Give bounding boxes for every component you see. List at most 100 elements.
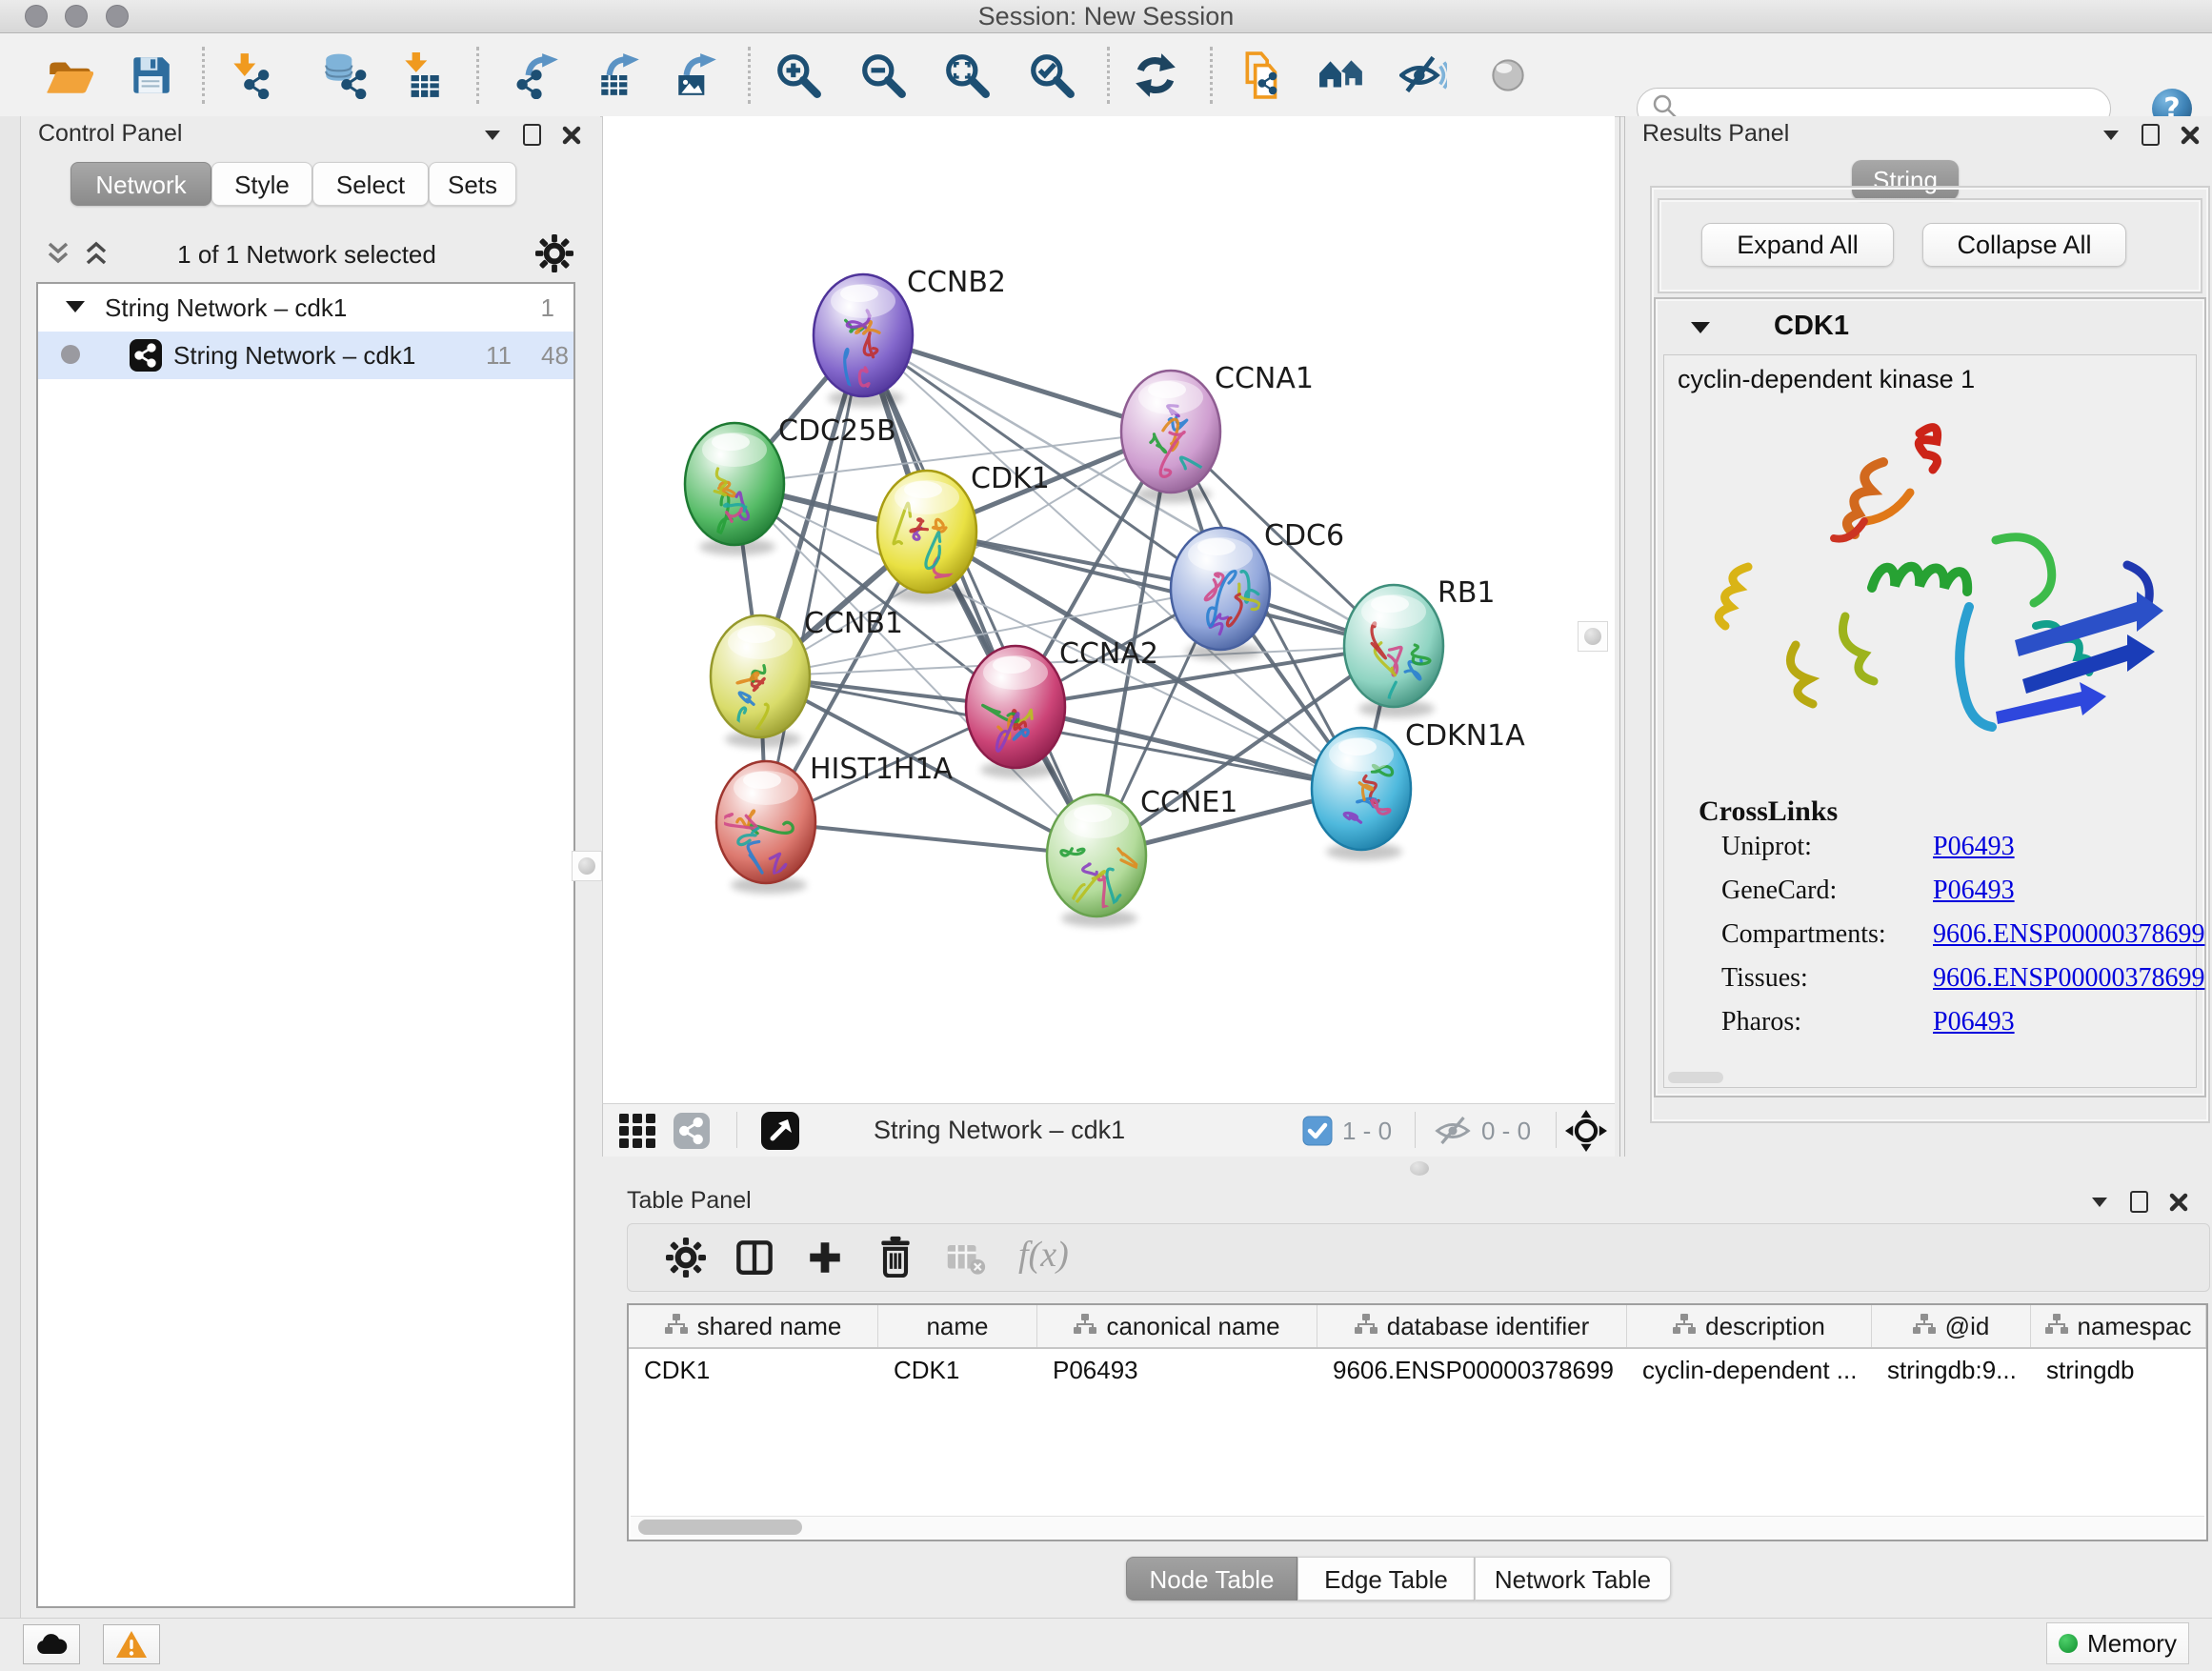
fit-selected-crosshair-icon[interactable] [1565,1110,1607,1157]
selected-nodes-checkbox[interactable] [1302,1116,1333,1151]
table-settings-gear-icon[interactable] [666,1238,706,1282]
export-image-icon[interactable] [670,49,723,102]
node-label-CDC6: CDC6 [1264,519,1344,553]
export-table-icon[interactable] [593,49,646,102]
tab-sets[interactable]: Sets [429,162,516,206]
network-row-selected[interactable]: String Network – cdk1 11 48 [38,332,573,379]
column-header-shared-name[interactable]: shared name [629,1305,878,1347]
import-table-from-file-icon[interactable] [394,49,448,102]
results-hscroll-thumb[interactable] [1668,1072,1723,1083]
float-panel-button[interactable] [2142,124,2160,146]
crosslink-value-link[interactable]: P06493 [1933,1007,2015,1037]
zoom-fit-icon[interactable] [940,49,994,102]
graphics-details-icon[interactable] [1481,49,1535,102]
save-session-icon[interactable] [124,49,177,102]
network-node-CDC25B[interactable]: CDC25B [685,414,896,555]
delete-column-trash-icon[interactable] [875,1236,915,1282]
table-cell: 9606.ENSP00000378699 [1317,1349,1627,1391]
warnings-button[interactable] [103,1624,160,1664]
network-row-label: String Network – cdk1 [173,341,415,371]
column-header-database-identifier[interactable]: database identifier [1317,1305,1627,1347]
close-panel-icon[interactable] [2181,126,2200,145]
tab-edge-table[interactable]: Edge Table [1297,1557,1475,1601]
tab-node-table[interactable]: Node Table [1126,1557,1297,1601]
show-columns-icon[interactable] [734,1238,774,1282]
column-header-description[interactable]: description [1627,1305,1872,1347]
crosslink-value-link[interactable]: P06493 [1933,876,2015,906]
column-header-namespac[interactable]: namespac [2031,1305,2206,1347]
node-label-CCNE1: CCNE1 [1140,786,1237,819]
collection-expand-icon[interactable] [65,299,86,314]
zoom-selected-icon[interactable] [1025,49,1078,102]
string-panel-toggle-icon[interactable] [674,1113,710,1154]
left-splitter-handle[interactable] [572,851,602,881]
right-splitter-handle[interactable] [1578,621,1608,652]
tab-network-table[interactable]: Network Table [1475,1557,1671,1601]
horizontal-splitter[interactable] [602,1157,2212,1181]
zoom-out-icon[interactable] [856,49,910,102]
tab-select[interactable]: Select [312,162,429,206]
toolbar-separator [1107,47,1110,104]
export-current-view-icon[interactable] [761,1112,799,1155]
close-panel-icon[interactable] [562,126,581,145]
network-node-CCNA2[interactable]: CCNA2 [966,637,1158,778]
crosslink-label: Uniprot: [1721,832,1812,861]
column-header-name[interactable]: name [878,1305,1037,1347]
network-node-CCNB2[interactable]: CCNB2 [814,266,1006,407]
crosslink-value-link[interactable]: 9606.ENSP00000378699 [1933,963,2204,994]
expand-all-button[interactable]: Expand All [1701,223,1894,267]
float-panel-button[interactable] [523,124,541,146]
zoom-in-icon[interactable] [772,49,825,102]
crosslink-value-link[interactable]: P06493 [1933,832,2015,862]
new-network-from-selection-icon[interactable] [1237,49,1290,102]
crosslink-label: Tissues: [1721,963,1808,993]
table-hscrollbar-thumb[interactable] [638,1520,802,1535]
close-panel-icon[interactable] [2169,1193,2188,1212]
table-cell: CDK1 [629,1349,878,1391]
title-bar: Session: New Session [0,0,2212,33]
birds-eye-view-icon[interactable] [618,1113,656,1154]
float-panel-button[interactable] [2130,1191,2148,1213]
crosslink-label: Pharos: [1721,1007,1801,1037]
import-network-from-file-icon[interactable] [223,49,276,102]
memory-button[interactable]: Memory [2046,1622,2189,1664]
table-cell: stringdb [2031,1349,2206,1391]
collapse-all-networks-icon[interactable] [42,238,74,273]
crosslink-row: Pharos: P06493 [1721,1007,2188,1037]
apply-preferred-layout-icon[interactable] [1129,49,1182,102]
main-toolbar: ? [0,33,2212,117]
control-panel-title: Control Panel [38,120,182,148]
network-collection-row[interactable]: String Network – cdk1 1 [38,284,573,332]
hidden-elements-icon [1434,1114,1472,1153]
table-row[interactable]: CDK1CDK1P064939606.ENSP00000378699cyclin… [629,1349,2206,1391]
network-canvas[interactable]: CCNB2 CCNA1 CDC25B CDK1 [602,116,1615,1103]
export-network-icon[interactable] [512,49,565,102]
column-header-@id[interactable]: @id [1872,1305,2031,1347]
import-network-from-database-icon[interactable] [318,49,372,102]
network-status-dot [61,345,80,364]
panel-menu-icon[interactable] [483,129,502,142]
cloud-status-button[interactable] [23,1624,80,1664]
network-node-CDKN1A[interactable]: CDKN1A [1312,719,1525,860]
first-neighbors-icon[interactable] [1315,49,1368,102]
collapse-all-button[interactable]: Collapse All [1922,223,2126,267]
panel-menu-icon[interactable] [2090,1196,2109,1209]
network-options-gear-icon[interactable] [535,234,573,277]
network-node-CCNA1[interactable]: CCNA1 [1121,362,1314,503]
column-header-canonical-name[interactable]: canonical name [1037,1305,1317,1347]
results-panel-title: Results Panel [1642,120,1789,148]
open-session-icon[interactable] [43,49,96,102]
crosslink-value-link[interactable]: 9606.ENSP00000378699 [1933,919,2204,950]
network-node-CCNE1[interactable]: CCNE1 [1047,786,1237,927]
create-column-plus-icon[interactable] [805,1238,845,1282]
tab-network[interactable]: Network [70,162,211,206]
network-node-RB1[interactable]: RB1 [1344,576,1496,717]
network-node-CCNB1[interactable]: CCNB1 [711,607,903,749]
tab-style[interactable]: Style [211,162,312,206]
section-collapse-icon[interactable] [1690,320,1711,335]
expand-all-networks-icon[interactable] [80,238,112,273]
memory-status-dot [2059,1634,2078,1653]
hide-selected-icon[interactable] [1397,49,1450,102]
panel-menu-icon[interactable] [2101,129,2121,142]
network-node-HIST1H1A[interactable]: HIST1H1A [716,753,954,894]
